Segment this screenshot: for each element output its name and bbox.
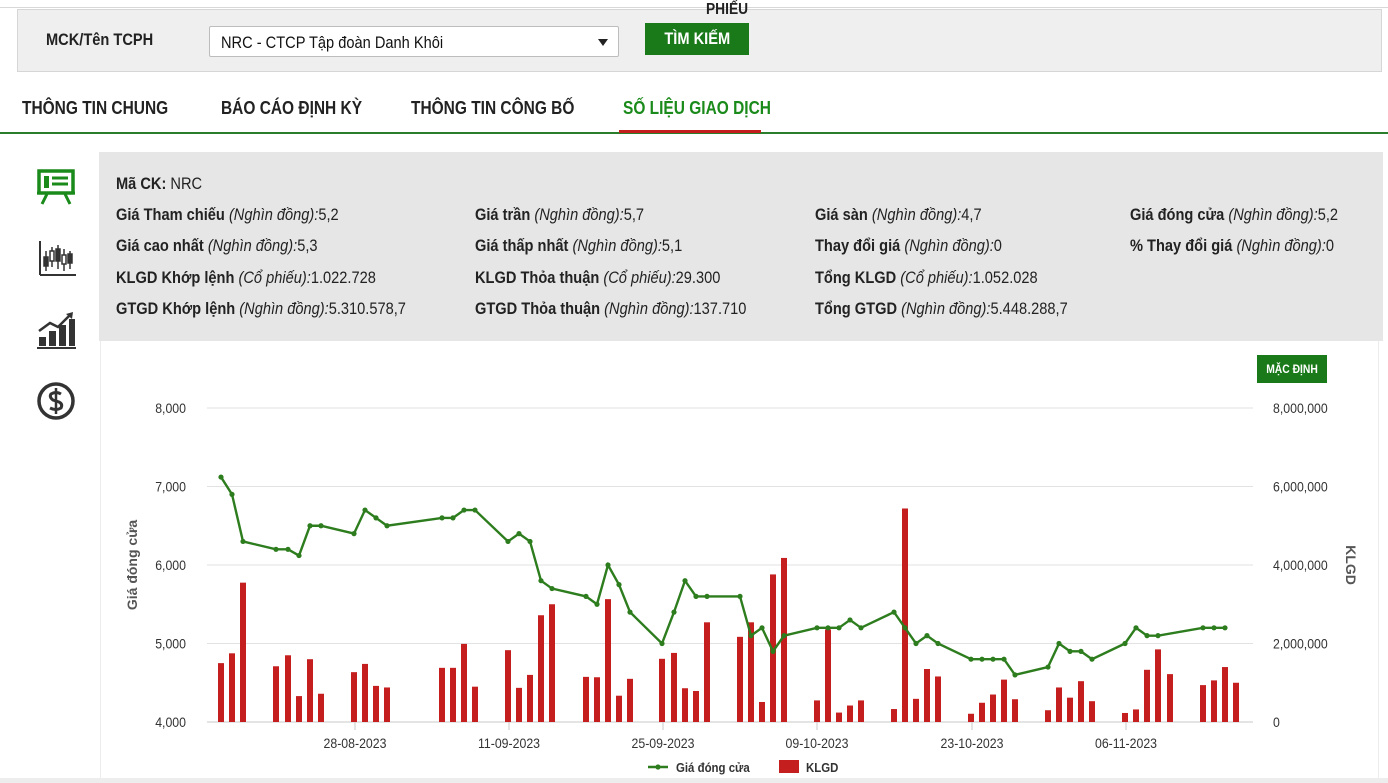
ticker-search-label: MCK/Tên TCPH [46,30,154,49]
info-unit: (Cổ phiếu): [900,268,973,287]
trading-summary-panel: Mã CK: NRC Giá Tham chiếu (Nghìn đồng):5… [99,152,1383,341]
ticker-code-label: Mã CK: [116,174,167,193]
info-unit: (Nghìn đồng): [207,236,298,255]
search-button-label: TÌM KIẾM [664,29,730,48]
info-item: Tổng KLGD (Cổ phiếu):1.052.028 [815,268,1038,288]
reset-zoom-button[interactable]: MẶC ĐỊNH [1257,355,1327,383]
info-value: 1.022.728 [310,268,376,287]
info-value: 5,2 [318,205,339,224]
growth-bar-chart-icon[interactable] [30,305,82,357]
active-tab-indicator [619,130,761,133]
info-value: 29.300 [675,268,721,287]
info-label: KLGD Khớp lệnh [116,268,235,287]
info-label: Tổng GTGD [815,299,898,318]
info-unit: (Nghìn đồng): [1228,205,1318,224]
info-unit: (Nghìn đồng): [904,236,994,255]
info-label: Thay đổi giá [815,236,901,255]
info-item: GTGD Khớp lệnh (Nghìn đồng):5.310.578,7 [116,299,406,319]
ticker-code-line: Mã CK: NRC [116,174,202,194]
info-item: KLGD Thỏa thuận (Cổ phiếu):29.300 [475,268,720,288]
info-item: Giá sàn (Nghìn đồng):4,7 [815,205,982,225]
tab-trading-data[interactable]: SỐ LIỆU GIAO DỊCH [623,98,771,129]
info-value: 0 [993,236,1002,255]
info-unit: (Cổ phiếu): [238,268,311,287]
chevron-down-icon [598,39,608,46]
info-unit: (Nghìn đồng): [572,236,662,255]
info-label: Giá đóng cửa [1130,205,1225,224]
info-unit: (Nghìn đồng): [239,299,329,318]
info-unit: (Nghìn đồng): [1236,236,1326,255]
ticker-select-value: NRC - CTCP Tập đoàn Danh Khôi [221,33,444,52]
info-item: Giá cao nhất (Nghìn đồng):5,3 [116,236,318,256]
info-label: % Thay đổi giá [1130,236,1233,255]
info-label: Giá cao nhất [116,236,204,255]
info-item: GTGD Thỏa thuận (Nghìn đồng):137.710 [475,299,746,319]
tab-general-info[interactable]: THÔNG TIN CHUNG [22,98,168,129]
info-label: Tổng KLGD [815,268,897,287]
info-value: 5,2 [1317,205,1339,224]
info-value: 5,7 [623,205,645,224]
top-strip [0,0,1388,8]
info-value: 5.448.288,7 [990,299,1068,318]
info-item: Giá trần (Nghìn đồng):5,7 [475,205,644,225]
main-tabs: THÔNG TIN CHUNG BÁO CÁO ĐỊNH KỲ THÔNG TI… [0,90,1388,134]
info-item: Giá thấp nhất (Nghìn đồng):5,1 [475,236,682,256]
info-label: KLGD Thỏa thuận [475,268,600,287]
info-item: Tổng GTGD (Nghìn đồng):5.448.288,7 [815,299,1068,319]
info-value: 5.310.578,7 [328,299,406,318]
info-value: 0 [1325,236,1334,255]
candlestick-chart-icon[interactable] [30,233,82,285]
info-label: GTGD Thỏa thuận [475,299,601,318]
info-item: Giá Tham chiếu (Nghìn đồng):5,2 [116,205,339,225]
info-item: Thay đổi giá (Nghìn đồng):0 [815,236,1002,256]
tab-periodic-reports[interactable]: BÁO CÁO ĐỊNH KỲ [221,98,362,129]
info-label: Giá thấp nhất [475,236,569,255]
chart-container [100,341,1379,783]
bottom-border [0,778,1388,783]
info-label: GTGD Khớp lệnh [116,299,236,318]
info-label: Giá Tham chiếu [116,205,225,224]
info-item: Giá đóng cửa (Nghìn đồng):5,2 [1130,205,1338,225]
ticker-select[interactable]: NRC - CTCP Tập đoàn Danh Khôi [209,26,619,57]
tab-disclosures[interactable]: THÔNG TIN CÔNG BỐ [411,98,574,129]
info-unit: (Nghìn đồng): [228,205,319,224]
info-item: % Thay đổi giá (Nghìn đồng):0 [1130,236,1334,256]
info-value: 137.710 [693,299,747,318]
info-value: 5,1 [661,236,683,255]
info-unit: (Cổ phiếu): [603,268,676,287]
info-unit: (Nghìn đồng): [604,299,694,318]
presentation-board-icon[interactable] [30,161,82,213]
reset-zoom-label: MẶC ĐỊNH [1266,362,1318,376]
search-panel: MCK/Tên TCPH NRC - CTCP Tập đoàn Danh Kh… [17,1,1382,72]
info-unit: (Nghìn đồng): [901,299,991,318]
cut-off-header-text: PHIẾU [706,1,749,18]
info-unit: (Nghìn đồng): [534,205,624,224]
info-label: Giá sàn [815,205,868,224]
info-value: 5,3 [297,236,318,255]
dollar-coin-icon[interactable] [30,375,82,427]
info-item: KLGD Khớp lệnh (Cổ phiếu):1.022.728 [116,268,376,288]
info-value: 4,7 [961,205,982,224]
search-button[interactable]: TÌM KIẾM [645,23,749,55]
ticker-code-value: NRC [170,174,203,193]
info-value: 1.052.028 [972,268,1038,287]
info-unit: (Nghìn đồng): [871,205,962,224]
info-label: Giá trần [475,205,531,224]
